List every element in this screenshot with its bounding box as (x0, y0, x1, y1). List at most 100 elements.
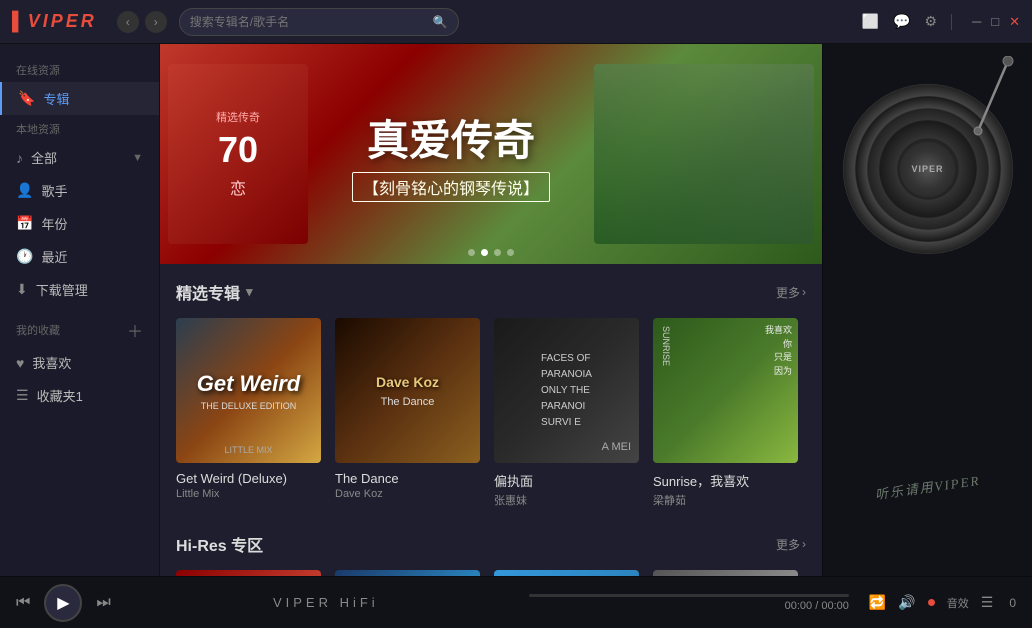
banner-background: 精选传奇 70 恋 真爱传奇 【刻骨铭心的钢琴传说】 (160, 44, 822, 264)
album-cover-paranoia: FACES OFPARANOIAONLY THEPARANOISURVI E A… (494, 318, 639, 463)
sidebar-item-download[interactable]: ⬇ 下载管理 (0, 273, 159, 306)
banner-right-overlay (594, 64, 814, 244)
playlist-button[interactable]: ☰ (981, 594, 994, 611)
nav-forward-button[interactable]: › (145, 11, 167, 33)
featured-more-button[interactable]: 更多 › (776, 284, 806, 301)
sidebar-item-albums[interactable]: 🔖 专辑 (0, 82, 159, 115)
window-controls: ─ □ ✕ (972, 14, 1020, 30)
album-card-the-dance[interactable]: Dave Koz The Dance The Dance Dave Koz (335, 318, 480, 508)
main-area: 在线资源 🔖 专辑 本地资源 ♪ 全部 ▼ 👤 歌手 📅 年份 🕐 最近 ⬇ 下… (0, 44, 1032, 576)
get-weird-cover-title: Get Weird (197, 371, 301, 397)
hires-section: Hi-Res 专区 更多 › (160, 516, 822, 576)
tonearm-icon (958, 56, 1018, 146)
album-name-paranoia: 偏执面 (494, 471, 639, 490)
banner-left-label1: 精选传奇 (216, 109, 260, 125)
banner[interactable]: 精选传奇 70 恋 真爱传奇 【刻骨铭心的钢琴传说】 (160, 44, 822, 264)
paranoia-artist-abbr: A MEI (602, 441, 631, 453)
album-artist-sunrise: 梁静茹 (653, 492, 798, 508)
hires-more-arrow: › (802, 537, 806, 551)
album-cover-get-weird: Get Weird THE DELUXE EDITION LITTLE MIX (176, 318, 321, 463)
sidebar-item-folder1[interactable]: ☰ 收藏夹1 (0, 379, 159, 412)
hires-more-button[interactable]: 更多 › (776, 536, 806, 553)
sidebar-item-recent-label: 最近 (41, 247, 67, 266)
banner-dot-2[interactable] (481, 249, 488, 256)
album-card-get-weird[interactable]: Get Weird THE DELUXE EDITION LITTLE MIX … (176, 318, 321, 508)
minimize-button[interactable]: ─ (972, 14, 981, 30)
sunrise-cover-label: SUNRISE (661, 326, 671, 366)
featured-section: 精选专辑 ▾ 更多 › Get Weird THE DELUXE EDITION… (160, 264, 822, 516)
sidebar-item-albums-label: 专辑 (43, 89, 69, 108)
banner-dots (468, 249, 514, 256)
sidebar-item-favorites[interactable]: ♥ 我喜欢 (0, 346, 159, 379)
chevron-down-icon: ▼ (132, 152, 143, 164)
album-card-paranoia[interactable]: FACES OFPARANOIAONLY THEPARANOISURVI E A… (494, 318, 639, 508)
sidebar-item-all[interactable]: ♪ 全部 ▼ (0, 141, 159, 174)
banner-main-title: 真爱传奇 (367, 107, 535, 168)
bookmark-icon: 🔖 (18, 90, 35, 107)
vinyl-player-panel: VIPER 听乐请用VIPER (822, 44, 1032, 576)
close-button[interactable]: ✕ (1009, 14, 1020, 30)
next-track-button[interactable]: ⏭ (96, 594, 110, 612)
search-icon: 🔍 (433, 15, 448, 29)
album-name-the-dance: The Dance (335, 471, 480, 486)
clock-icon: 🕐 (16, 248, 33, 265)
sidebar-item-download-label: 下载管理 (36, 280, 88, 299)
sidebar-online-section-label: 在线资源 (0, 56, 159, 82)
album-card-sunrise[interactable]: 我喜欢你只是因为 SUNRISE Sunrise，我喜欢 梁静茹 (653, 318, 798, 508)
sidebar-item-artist[interactable]: 👤 歌手 (0, 174, 159, 207)
banner-dot-4[interactable] (507, 249, 514, 256)
monitor-icon[interactable]: ⬜ (862, 13, 879, 30)
banner-left-label2: 恋 (230, 175, 246, 199)
sidebar-item-year[interactable]: 📅 年份 (0, 207, 159, 240)
banner-dot-3[interactable] (494, 249, 501, 256)
little-mix-cover-label: LITTLE MIX (224, 445, 272, 455)
app-logo: ▌VIPER (12, 11, 97, 32)
sidebar: 在线资源 🔖 专辑 本地资源 ♪ 全部 ▼ 👤 歌手 📅 年份 🕐 最近 ⬇ 下… (0, 44, 160, 576)
album-name-sunrise: Sunrise，我喜欢 (653, 471, 798, 490)
album-grid: Get Weird THE DELUXE EDITION LITTLE MIX … (176, 318, 806, 508)
search-bar[interactable]: 🔍 (179, 8, 459, 36)
nav-arrows: ‹ › (117, 11, 167, 33)
featured-more-arrow: › (802, 285, 806, 299)
prev-track-button[interactable]: ⏮ (16, 594, 30, 612)
paranoia-cover-text: FACES OFPARANOIAONLY THEPARANOISURVI E (535, 345, 598, 437)
sunrise-cover-text: 我喜欢你只是因为 (765, 324, 792, 378)
add-collection-button[interactable]: ＋ (127, 318, 143, 342)
featured-section-title: 精选专辑 ▾ (176, 280, 253, 304)
album-name-get-weird: Get Weird (Deluxe) (176, 471, 321, 486)
audio-effect-dot (928, 599, 935, 606)
volume-number: 0 (1009, 596, 1016, 610)
chat-icon[interactable]: 💬 (893, 13, 910, 30)
heart-icon: ♥ (16, 355, 24, 371)
sidebar-local-section-label: 本地资源 (0, 115, 159, 141)
sidebar-item-recent[interactable]: 🕐 最近 (0, 240, 159, 273)
featured-chevron-icon: ▾ (246, 284, 253, 300)
play-pause-button[interactable]: ▶ (44, 584, 82, 622)
album-cover-text-sunrise: 我喜欢你只是因为 SUNRISE (653, 318, 798, 463)
player-title: VIPER HiFi (135, 595, 517, 610)
dave-koz-cover-name: Dave Koz (376, 374, 439, 390)
maximize-button[interactable]: □ (991, 14, 999, 30)
player-controls: ⏮ ▶ ⏭ (16, 584, 111, 622)
banner-center: 真爱传奇 【刻骨铭心的钢琴传说】 (308, 107, 594, 202)
featured-more-text: 更多 (776, 284, 800, 301)
sidebar-item-all-label: 全部 (31, 148, 57, 167)
nav-back-button[interactable]: ‹ (117, 11, 139, 33)
volume-button[interactable]: 🔊 (898, 594, 915, 611)
album-cover-the-dance: Dave Koz The Dance (335, 318, 480, 463)
settings-icon[interactable]: ⚙ (924, 13, 937, 30)
sidebar-collection-label: 我的收藏 (16, 322, 60, 338)
progress-bar[interactable] (529, 594, 849, 597)
repeat-button[interactable]: 🔁 (869, 594, 886, 611)
album-cover-text-get-weird: Get Weird THE DELUXE EDITION LITTLE MIX (176, 318, 321, 463)
person-icon: 👤 (16, 182, 33, 199)
search-input[interactable] (190, 15, 427, 29)
bottom-player: ⏮ ▶ ⏭ VIPER HiFi 00:00 / 00:00 🔁 🔊 音效 ☰ … (0, 576, 1032, 628)
hires-title-text: Hi-Res 专区 (176, 532, 263, 556)
get-weird-cover-sub: THE DELUXE EDITION (201, 401, 297, 411)
vinyl-center-label: VIPER (900, 142, 955, 197)
list-icon: ☰ (16, 387, 29, 404)
sidebar-item-year-label: 年份 (41, 214, 67, 233)
banner-subtitle: 【刻骨铭心的钢琴传说】 (352, 172, 550, 202)
banner-dot-1[interactable] (468, 249, 475, 256)
